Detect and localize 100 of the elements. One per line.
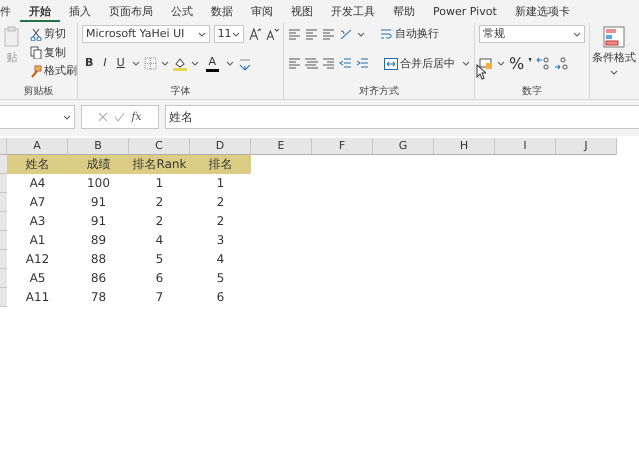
wrap-text-button[interactable]: 自动换行 [377,25,442,44]
table-cell-text: 78 [90,289,108,306]
fill-color-icon[interactable] [172,56,187,70]
clipboard-copy-button[interactable]: 复制 [27,44,80,62]
caret-icon[interactable] [160,60,169,67]
merge-center-button[interactable]: 合并后居中 [381,54,458,73]
table-cell-text: 4 [154,232,164,249]
align-middle-icon[interactable] [305,28,318,41]
font-size-field[interactable]: 11 [214,25,244,43]
column-header[interactable]: I [495,138,556,155]
column-header[interactable]: D [190,138,251,155]
font-color-button[interactable]: A [202,54,222,72]
column-header[interactable]: F [312,138,373,155]
table-cell-text: 100 [86,175,111,192]
ribbon-tab[interactable]: 视图 [282,2,322,22]
column-header[interactable]: H [434,138,495,155]
table-cell-text: 88 [90,251,108,268]
ribbon-tab[interactable]: 新建选项卡 [506,2,579,22]
table-cell-text: 1 [154,175,164,192]
number-format: 常规 [483,26,505,42]
formula-field[interactable]: 姓名 [165,105,639,129]
table-cell-text: 1 [216,175,226,192]
column-header[interactable]: A [7,138,68,155]
table-cell-text: 2 [216,213,226,230]
table-cell-text: A1 [28,232,46,249]
italic-button[interactable]: I [100,54,110,73]
font-name-field[interactable]: Microsoft YaHei UI [82,25,210,43]
table-cell-text: A12 [24,251,50,268]
font-color-bar [206,68,219,72]
clipboard-cut-button[interactable]: 剪切 [27,25,80,44]
column-header[interactable]: C [129,138,190,155]
caret-icon[interactable] [573,30,581,38]
clipboard-painter-button[interactable]: 格式刷 [27,62,80,80]
underline-button[interactable]: U [114,54,128,73]
ribbon-tab[interactable]: Power Pivot [424,2,506,22]
group-label: 对齐方式 [358,84,400,99]
percent-button[interactable]: % [509,52,524,76]
caret-icon[interactable] [190,60,199,67]
align-left-icon[interactable] [288,57,301,70]
caret-icon[interactable] [226,60,234,67]
comma-style-button[interactable]: ❜ [528,55,532,72]
ribbon-tab[interactable]: 审阅 [242,2,282,22]
caret-icon[interactable] [610,68,618,76]
font-size: 11 [218,26,232,42]
column-header[interactable]: B [68,138,129,155]
wrap-text-icon [380,28,393,41]
accounting-format-icon[interactable] [479,57,493,70]
ribbon-tab[interactable]: 页面布局 [100,2,162,22]
copy-icon [30,46,42,60]
conditional-format-icon [603,26,625,48]
column-header[interactable]: J [556,138,617,155]
caret-icon[interactable] [198,30,206,38]
phonetic-icon[interactable] [238,56,252,70]
ribbon-tab[interactable]: 帮助 [384,2,424,22]
font-name: Microsoft YaHei UI [86,26,184,42]
ribbon-tab[interactable]: 公式 [162,2,202,22]
table-cell-text: 2 [154,194,164,211]
caret-icon[interactable] [497,60,505,67]
ribbon-tab[interactable]: 开发工具 [322,2,384,22]
ribbon-tab[interactable]: 插入 [60,2,100,22]
table-cell-text: 7 [154,289,164,306]
align-bottom-icon[interactable] [322,28,335,41]
caret-icon[interactable] [132,60,140,67]
increase-decimal-icon[interactable] [536,56,550,70]
table-cell-text: A4 [28,175,46,192]
scissors-icon [30,28,42,41]
decrease-indent-icon[interactable] [339,57,352,70]
paintbrush-icon [30,64,42,78]
column-header[interactable]: E [251,138,312,155]
table-cell-text: 91 [90,194,108,211]
caret-icon[interactable] [232,30,240,38]
table-cell-text: A11 [24,289,50,306]
table-cell-text: A3 [28,213,46,230]
bold-button[interactable]: B [82,54,96,73]
column-header[interactable]: G [373,138,434,155]
caret-icon[interactable] [357,30,365,38]
align-top-icon[interactable] [288,28,301,41]
conditional-formatting-button[interactable]: 条件格式 [589,25,639,76]
number-format-field[interactable]: 常规 [479,25,585,43]
grow-font-icon[interactable] [248,27,262,41]
table-cell-text: 2 [216,194,226,211]
shrink-font-icon[interactable] [265,27,279,41]
increase-indent-icon[interactable] [356,57,369,70]
caret-icon[interactable] [462,60,470,68]
table-cell-text: 6 [216,289,226,306]
decrease-decimal-icon[interactable] [554,56,568,70]
table-cell-text: 91 [90,213,108,230]
caret-icon[interactable] [63,114,71,120]
ribbon-tab[interactable]: 件 [0,2,20,22]
table-cell-text: 6 [154,270,164,287]
mouse-cursor-icon [476,64,486,80]
table-cell-text: A5 [28,270,46,287]
header-cell: 姓名 [7,155,68,174]
table-cell-text: 2 [154,213,164,230]
orientation-icon[interactable] [339,28,353,41]
ribbon-tab[interactable]: 数据 [202,2,242,22]
table-cell-text: 3 [216,232,226,249]
insert-function-button[interactable]: fx [131,108,142,126]
align-center-icon[interactable] [305,57,318,70]
align-right-icon[interactable] [322,57,335,70]
